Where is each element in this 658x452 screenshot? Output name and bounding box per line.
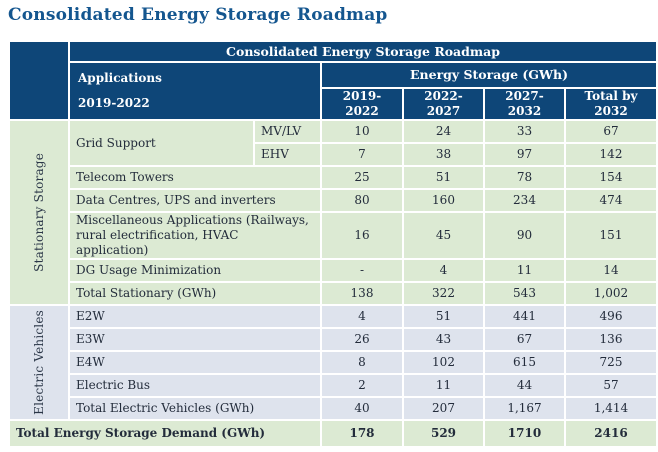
value-cell: 154 [565, 166, 657, 189]
value-cell: 43 [403, 328, 484, 351]
value-cell: 24 [403, 120, 484, 143]
value-cell: 207 [403, 397, 484, 420]
group-label-stationary-storage: Stationary Storage [32, 153, 47, 272]
value-cell: 45 [403, 212, 484, 259]
grand-total-value: 178 [321, 420, 403, 447]
value-cell: 474 [565, 189, 657, 212]
row-label: Data Centres, UPS and inverters [69, 189, 321, 212]
value-cell: 1,002 [565, 282, 657, 305]
grand-total-label: Total Energy Storage Demand (GWh) [9, 420, 321, 447]
value-cell: 1,414 [565, 397, 657, 420]
value-cell: 138 [321, 282, 403, 305]
row-label: Electric Bus [69, 374, 321, 397]
value-cell: 40 [321, 397, 403, 420]
row-label: E3W [69, 328, 321, 351]
page-title: Consolidated Energy Storage Roadmap [8, 5, 658, 25]
value-cell: 441 [484, 305, 565, 328]
value-cell: 26 [321, 328, 403, 351]
value-cell: 8 [321, 351, 403, 374]
value-cell: 67 [484, 328, 565, 351]
value-cell: 543 [484, 282, 565, 305]
value-cell: 11 [403, 374, 484, 397]
value-cell: 97 [484, 143, 565, 166]
value-cell: 4 [403, 259, 484, 282]
value-cell: 38 [403, 143, 484, 166]
period-column-header: 2027-2032 [484, 88, 565, 120]
value-cell: 102 [403, 351, 484, 374]
row-label: DG Usage Minimization [69, 259, 321, 282]
value-cell: 90 [484, 212, 565, 259]
energy-storage-roadmap-table: Consolidated Energy Storage Roadmap Appl… [8, 40, 658, 448]
value-cell: 725 [565, 351, 657, 374]
row-label: Total Electric Vehicles (GWh) [69, 397, 321, 420]
value-cell: 615 [484, 351, 565, 374]
value-cell: 11 [484, 259, 565, 282]
group-label-electric-vehicles: Electric Vehicles [32, 310, 47, 415]
row-label: Miscellaneous Applications (Railways, ru… [69, 212, 321, 259]
period-column-header: Total by 2032 [565, 88, 657, 120]
value-cell: 44 [484, 374, 565, 397]
value-cell: 78 [484, 166, 565, 189]
sub-row-label: EHV [254, 143, 321, 166]
period-column-header: 2022-2027 [403, 88, 484, 120]
value-cell: 322 [403, 282, 484, 305]
row-label: Telecom Towers [69, 166, 321, 189]
row-label: E4W [69, 351, 321, 374]
value-cell: 57 [565, 374, 657, 397]
value-cell: 7 [321, 143, 403, 166]
applications-sublabel: 2019-2022 [78, 96, 314, 111]
energy-storage-header: Energy Storage (GWh) [321, 62, 657, 88]
value-cell: 25 [321, 166, 403, 189]
value-cell: 496 [565, 305, 657, 328]
applications-header: Applications 2019-2022 [69, 62, 321, 120]
period-column-header: 2019-2022 [321, 88, 403, 120]
table-title-header: Consolidated Energy Storage Roadmap [69, 41, 657, 62]
value-cell: 160 [403, 189, 484, 212]
header-corner-cell [9, 41, 69, 120]
value-cell: 67 [565, 120, 657, 143]
value-cell: 80 [321, 189, 403, 212]
grand-total-value: 2416 [565, 420, 657, 447]
value-cell: 16 [321, 212, 403, 259]
grand-total-value: 1710 [484, 420, 565, 447]
group-cell-ev: Electric Vehicles [9, 305, 69, 420]
value-cell: 51 [403, 166, 484, 189]
value-cell: 51 [403, 305, 484, 328]
value-cell: 151 [565, 212, 657, 259]
value-cell: 10 [321, 120, 403, 143]
value-cell: 33 [484, 120, 565, 143]
value-cell: 2 [321, 374, 403, 397]
row-label: Grid Support [69, 120, 254, 166]
row-label: E2W [69, 305, 321, 328]
row-label: Total Stationary (GWh) [69, 282, 321, 305]
value-cell: 136 [565, 328, 657, 351]
sub-row-label: MV/LV [254, 120, 321, 143]
applications-label: Applications [78, 71, 314, 86]
value-cell: 234 [484, 189, 565, 212]
value-cell: 142 [565, 143, 657, 166]
value-cell: 1,167 [484, 397, 565, 420]
value-cell: 14 [565, 259, 657, 282]
grand-total-value: 529 [403, 420, 484, 447]
value-cell: 4 [321, 305, 403, 328]
group-cell-stationary: Stationary Storage [9, 120, 69, 305]
value-cell: - [321, 259, 403, 282]
